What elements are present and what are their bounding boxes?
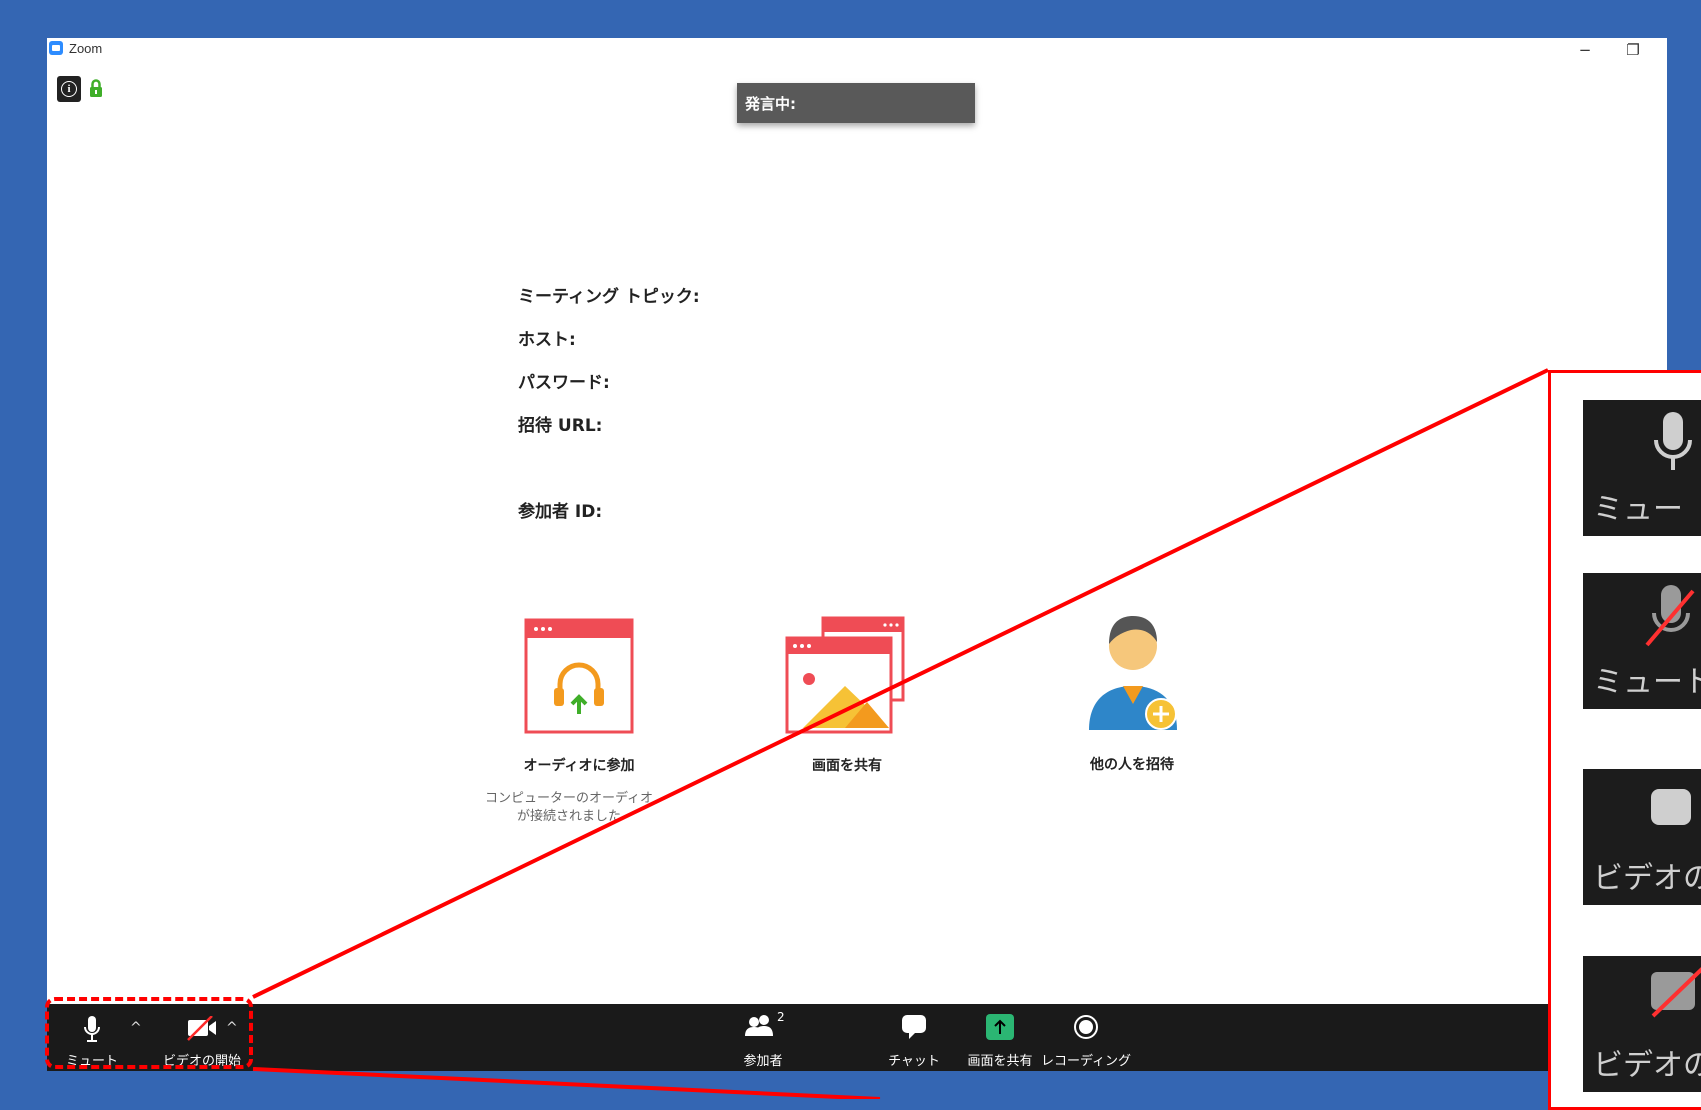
share-screen-label: 画面を共有	[812, 758, 882, 774]
zoom-meeting-window: Zoom − ❐ ✕ i 発言中: ミーティング トピック: ホスト: パスワー…	[47, 38, 1667, 1071]
participants-button[interactable]: 2 参加者	[733, 1008, 793, 1069]
chat-bubble-icon	[902, 1015, 926, 1039]
share-screen-button[interactable]: 画面を共有	[957, 1008, 1043, 1069]
speaking-banner: 発言中:	[737, 83, 975, 123]
audio-connected-status: コンピューターのオーディオが接続されました	[484, 791, 654, 824]
title-bar: Zoom − ❐ ✕	[47, 38, 1667, 62]
share-screen-icon	[986, 1014, 1014, 1040]
share-screen-toolbar-label: 画面を共有	[967, 1054, 1033, 1069]
host-label: ホスト:	[518, 330, 576, 350]
lock-icon[interactable]	[89, 78, 103, 98]
join-audio-label: オーディオに参加	[523, 758, 635, 774]
participant-id-label: 参加者 ID:	[518, 502, 603, 522]
chat-label: チャット	[888, 1054, 940, 1069]
record-icon	[1074, 1015, 1098, 1039]
video-camera-icon	[1651, 789, 1691, 825]
password-label: パスワード:	[518, 373, 610, 393]
meeting-toolbar: ミュート ^ ビデオの開始 ^ 2 参加者 チャット 画面を共有 レコーディング	[47, 1004, 1667, 1071]
info-icon: i	[61, 81, 77, 97]
headphones-icon	[524, 618, 634, 734]
close-button[interactable]: ✕	[1661, 38, 1667, 62]
zoom-tile-video: ビデオの	[1583, 769, 1701, 905]
zoom-logo-icon	[49, 41, 63, 55]
share-screen-action[interactable]: 画面を共有	[767, 616, 927, 806]
invite-others-label: 他の人を招待	[1090, 757, 1174, 773]
zoom-tile-muted: ミュート	[1583, 573, 1701, 709]
microphone-muted-icon	[1645, 585, 1695, 647]
window-title: Zoom	[69, 41, 103, 56]
zoomed-detail-panel: ミュー ミュート ビデオの ビデオの	[1548, 370, 1701, 1110]
invite-others-button[interactable]: 他の人を招待	[1057, 608, 1207, 808]
join-audio-button[interactable]: オーディオに参加	[504, 618, 654, 808]
record-label: レコーディング	[1040, 1054, 1132, 1069]
video-off-icon	[1651, 967, 1701, 1018]
share-screen-icon	[785, 616, 905, 734]
minimize-button[interactable]: −	[1565, 38, 1605, 62]
participants-label: 参加者	[743, 1054, 783, 1069]
zoom-tile-mute: ミュー	[1583, 400, 1701, 536]
zoom-tile-video-off: ビデオの	[1583, 956, 1701, 1092]
highlight-selection-box	[45, 997, 253, 1069]
invite-person-icon	[1089, 616, 1177, 730]
zoom-tile-label: ビデオの	[1593, 1048, 1701, 1083]
record-button[interactable]: レコーディング	[1038, 1008, 1134, 1069]
chat-button[interactable]: チャット	[884, 1008, 944, 1069]
meeting-topic-label: ミーティング トピック:	[518, 287, 700, 307]
microphone-icon	[1654, 412, 1692, 470]
participants-icon	[745, 1015, 773, 1036]
restore-button[interactable]: ❐	[1613, 38, 1653, 62]
invite-url-label: 招待 URL:	[518, 416, 603, 436]
zoom-tile-label: ミュート	[1593, 665, 1701, 700]
meeting-info-button[interactable]: i	[57, 76, 81, 102]
zoom-tile-label: ミュー	[1593, 492, 1683, 527]
zoom-tile-label: ビデオの	[1593, 861, 1701, 896]
participants-count: 2	[777, 1010, 785, 1024]
